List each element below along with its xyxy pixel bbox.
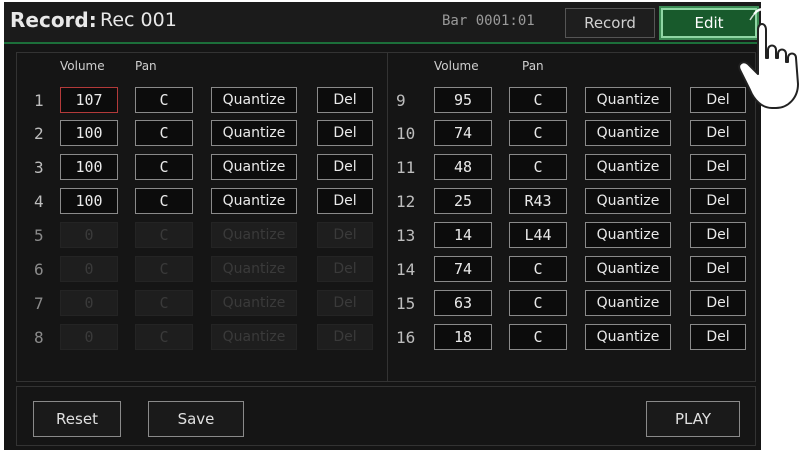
track-number: 13	[396, 226, 416, 245]
track-number: 1	[34, 91, 44, 110]
track-number: 8	[34, 328, 44, 347]
pan-field[interactable]: L44	[509, 222, 567, 248]
volume-field: 0	[60, 222, 118, 248]
quantize-button: Quantize	[211, 324, 297, 350]
track-number: 12	[396, 192, 416, 211]
pan-field[interactable]: C	[509, 290, 567, 316]
play-button[interactable]: PLAY	[646, 401, 740, 437]
pan-field[interactable]: R43	[509, 188, 567, 214]
track-number: 2	[34, 124, 44, 143]
quantize-button[interactable]: Quantize	[585, 188, 671, 214]
pan-field[interactable]: C	[509, 87, 567, 113]
quantize-button[interactable]: Quantize	[585, 290, 671, 316]
column-header-volume-right: Volume	[434, 59, 479, 73]
pan-field[interactable]: C	[135, 154, 193, 180]
delete-button[interactable]: Del	[317, 87, 373, 113]
track-number: 7	[34, 294, 44, 313]
delete-button[interactable]: Del	[690, 154, 746, 180]
volume-field: 0	[60, 324, 118, 350]
delete-button[interactable]: Del	[317, 188, 373, 214]
track-number: 15	[396, 294, 416, 313]
track-number: 5	[34, 226, 44, 245]
volume-field[interactable]: 63	[434, 290, 492, 316]
volume-field[interactable]: 25	[434, 188, 492, 214]
delete-button[interactable]: Del	[690, 188, 746, 214]
page-title-label: Record:	[10, 8, 97, 32]
volume-field[interactable]: 74	[434, 120, 492, 146]
quantize-button[interactable]: Quantize	[585, 324, 671, 350]
pan-field: C	[135, 256, 193, 282]
track-number: 11	[396, 158, 416, 177]
delete-button[interactable]: Del	[690, 120, 746, 146]
record-edit-screen: Record: Rec 001 Bar 0001:01 Record Edit …	[4, 2, 761, 450]
quantize-button: Quantize	[211, 290, 297, 316]
hand-pointer-icon	[738, 8, 799, 109]
delete-button: Del	[317, 290, 373, 316]
quantize-button[interactable]: Quantize	[211, 87, 297, 113]
save-button[interactable]: Save	[148, 401, 244, 437]
track-number: 10	[396, 124, 416, 143]
quantize-button[interactable]: Quantize	[211, 188, 297, 214]
quantize-button: Quantize	[211, 222, 297, 248]
record-tab-button[interactable]: Record	[565, 8, 655, 38]
column-header-volume-left: Volume	[60, 59, 105, 73]
quantize-button[interactable]: Quantize	[585, 154, 671, 180]
volume-field: 0	[60, 290, 118, 316]
pan-field[interactable]: C	[509, 256, 567, 282]
track-number: 16	[396, 328, 416, 347]
pan-field[interactable]: C	[509, 120, 567, 146]
delete-button[interactable]: Del	[690, 222, 746, 248]
volume-field[interactable]: 95	[434, 87, 492, 113]
column-header-pan-left: Pan	[135, 59, 157, 73]
volume-field[interactable]: 48	[434, 154, 492, 180]
volume-field[interactable]: 107	[60, 87, 118, 113]
volume-field[interactable]: 100	[60, 120, 118, 146]
panel-divider	[387, 53, 388, 381]
volume-field[interactable]: 100	[60, 188, 118, 214]
title-bar: Record: Rec 001 Bar 0001:01 Record Edit	[4, 2, 761, 42]
pan-field: C	[135, 290, 193, 316]
delete-button[interactable]: Del	[690, 290, 746, 316]
pan-field[interactable]: C	[135, 120, 193, 146]
page-title-value: Rec 001	[100, 9, 177, 31]
delete-button[interactable]: Del	[690, 256, 746, 282]
pan-field[interactable]: C	[135, 87, 193, 113]
track-number: 4	[34, 192, 44, 211]
title-divider	[4, 42, 761, 44]
pan-field[interactable]: C	[509, 324, 567, 350]
pan-field: C	[135, 222, 193, 248]
quantize-button[interactable]: Quantize	[585, 256, 671, 282]
delete-button[interactable]: Del	[690, 324, 746, 350]
quantize-button[interactable]: Quantize	[585, 222, 671, 248]
column-header-pan-right: Pan	[522, 59, 544, 73]
track-number: 14	[396, 260, 416, 279]
volume-field: 0	[60, 256, 118, 282]
bar-position: Bar 0001:01	[442, 13, 535, 29]
delete-button: Del	[317, 324, 373, 350]
delete-button: Del	[317, 222, 373, 248]
quantize-button[interactable]: Quantize	[585, 120, 671, 146]
pan-field[interactable]: C	[135, 188, 193, 214]
track-number: 6	[34, 260, 44, 279]
reset-button[interactable]: Reset	[33, 401, 121, 437]
delete-button[interactable]: Del	[317, 120, 373, 146]
volume-field[interactable]: 100	[60, 154, 118, 180]
track-number: 9	[396, 91, 406, 110]
pan-field[interactable]: C	[509, 154, 567, 180]
track-number: 3	[34, 158, 44, 177]
quantize-button[interactable]: Quantize	[211, 120, 297, 146]
volume-field[interactable]: 18	[434, 324, 492, 350]
quantize-button[interactable]: Quantize	[585, 87, 671, 113]
delete-button: Del	[317, 256, 373, 282]
delete-button[interactable]: Del	[317, 154, 373, 180]
pan-field: C	[135, 324, 193, 350]
volume-field[interactable]: 74	[434, 256, 492, 282]
footer-bar	[16, 386, 756, 446]
quantize-button: Quantize	[211, 256, 297, 282]
volume-field[interactable]: 14	[434, 222, 492, 248]
quantize-button[interactable]: Quantize	[211, 154, 297, 180]
